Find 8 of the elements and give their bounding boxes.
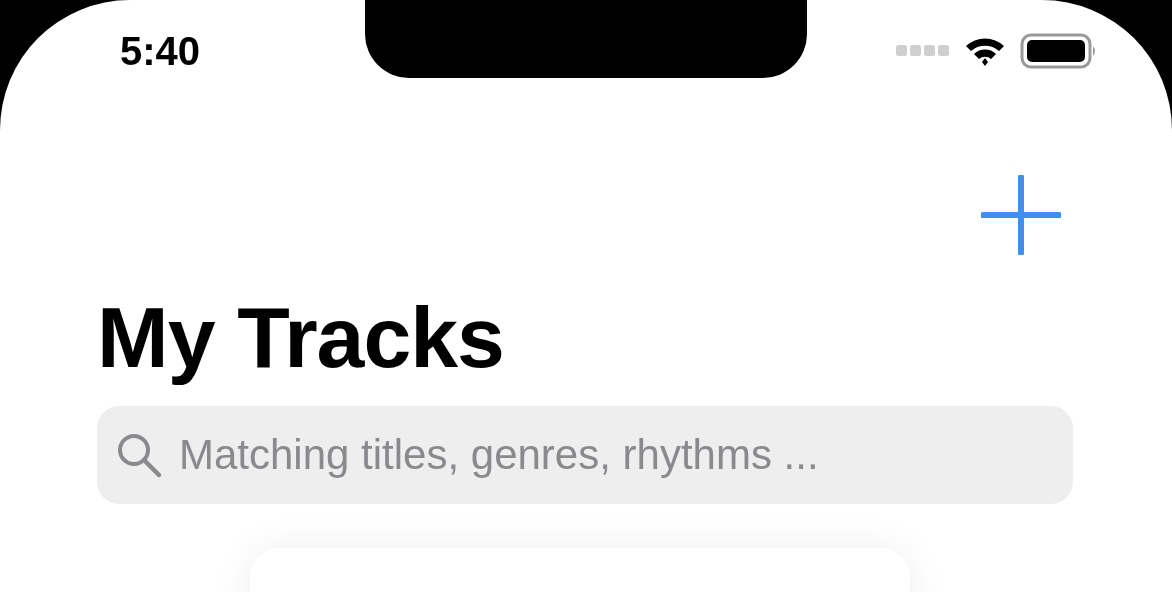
signal-icon [896, 45, 950, 57]
battery-icon [1020, 33, 1098, 69]
status-time: 5:40 [120, 28, 201, 74]
page-title: My Tracks [97, 288, 504, 387]
search-icon [115, 431, 163, 479]
plus-icon [981, 175, 1061, 255]
search-field[interactable]: Matching titles, genres, rhythms ... [97, 406, 1073, 504]
add-button[interactable] [980, 174, 1062, 256]
